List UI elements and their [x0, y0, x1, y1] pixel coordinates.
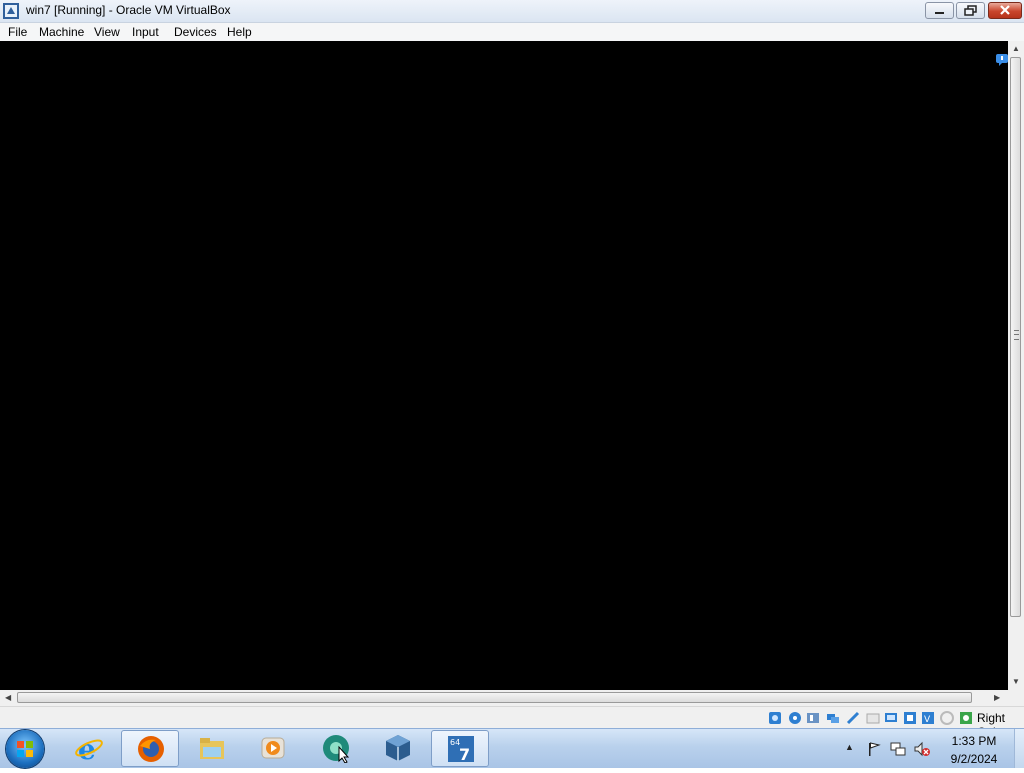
vm-display[interactable]: [0, 41, 1008, 690]
horizontal-scroll-thumb[interactable]: [17, 692, 972, 703]
scroll-grip: [1014, 330, 1019, 340]
virtualbox-window-icon: [3, 3, 19, 19]
clock-time[interactable]: 1:33 PM: [935, 734, 1013, 748]
file-explorer-icon: [200, 738, 224, 759]
keyboard-icon[interactable]: [959, 711, 973, 725]
green-app-icon: [323, 735, 350, 763]
taskbar-media-player[interactable]: [244, 730, 302, 767]
menu-machine[interactable]: Machine: [39, 25, 84, 39]
menu-bar: File Machine View Input Devices Help: [0, 23, 1024, 42]
svg-text:7: 7: [459, 745, 470, 764]
minimize-icon: [935, 12, 944, 14]
taskbar-win7-vm[interactable]: 64 7: [431, 730, 489, 767]
menu-input[interactable]: Input: [132, 25, 159, 39]
mouse-integration-icon[interactable]: [940, 711, 954, 725]
vertical-scrollbar[interactable]: ▲ ▼: [1008, 41, 1024, 690]
title-bar[interactable]: win7 [Running] - Oracle VM VirtualBox: [0, 0, 1024, 23]
close-button[interactable]: [988, 2, 1022, 19]
menu-help[interactable]: Help: [227, 25, 252, 39]
usb-icon[interactable]: [846, 711, 860, 725]
minimize-button[interactable]: [925, 2, 954, 19]
taskbar-green-app[interactable]: [307, 730, 365, 767]
vertical-scroll-thumb[interactable]: [1010, 57, 1021, 617]
taskbar-virtualbox[interactable]: [369, 730, 427, 767]
window-title: win7 [Running] - Oracle VM VirtualBox: [26, 3, 231, 17]
firefox-icon: [138, 736, 164, 762]
scroll-right-arrow[interactable]: ▶: [994, 694, 1000, 702]
menu-devices[interactable]: Devices: [174, 25, 217, 39]
internet-explorer-icon: e: [75, 733, 103, 763]
horizontal-scrollbar[interactable]: ◀ ▶: [0, 690, 1008, 706]
svg-text:V: V: [924, 715, 931, 725]
virtualization-icon[interactable]: V: [921, 711, 935, 725]
display-icon[interactable]: [884, 711, 898, 725]
taskbar-internet-explorer[interactable]: e: [60, 730, 118, 767]
win7-vm-icon: 64 7: [448, 736, 474, 764]
windows-logo-icon: [17, 741, 33, 757]
clock-date[interactable]: 9/2/2024: [935, 752, 1013, 766]
scroll-left-arrow[interactable]: ◀: [5, 694, 11, 702]
windows-taskbar: e 64 7 ▲ 1:33 PM 9/2/2024: [0, 728, 1024, 768]
show-hidden-icons-arrow[interactable]: ▲: [845, 742, 861, 758]
audio-icon[interactable]: [806, 711, 820, 725]
taskbar-file-explorer[interactable]: [183, 730, 241, 767]
virtualbox-icon: [386, 735, 410, 761]
show-desktop-button[interactable]: [1014, 729, 1024, 768]
shared-folders-icon[interactable]: [866, 711, 880, 725]
menu-file[interactable]: File: [8, 25, 27, 39]
optical-drive-icon[interactable]: [788, 711, 802, 725]
close-icon: [1000, 5, 1010, 15]
media-player-icon: [261, 737, 285, 759]
video-capture-icon[interactable]: [903, 711, 917, 725]
start-button[interactable]: [6, 730, 44, 768]
action-center-flag-icon[interactable]: [866, 741, 882, 757]
scrollbar-corner: [1008, 690, 1024, 706]
hard-disk-icon[interactable]: [768, 711, 782, 725]
restore-icon: [964, 5, 977, 16]
network-tray-icon[interactable]: [890, 741, 906, 757]
vm-status-bar: V Right Ctrl: [0, 706, 1024, 739]
taskbar-firefox[interactable]: [121, 730, 179, 767]
volume-muted-icon[interactable]: [914, 741, 930, 757]
scroll-up-arrow[interactable]: ▲: [1012, 45, 1020, 53]
scroll-down-arrow[interactable]: ▼: [1012, 678, 1020, 686]
network-icon[interactable]: [826, 711, 840, 725]
restore-button[interactable]: [956, 2, 985, 19]
notification-icon[interactable]: [995, 53, 1009, 67]
menu-view[interactable]: View: [94, 25, 120, 39]
